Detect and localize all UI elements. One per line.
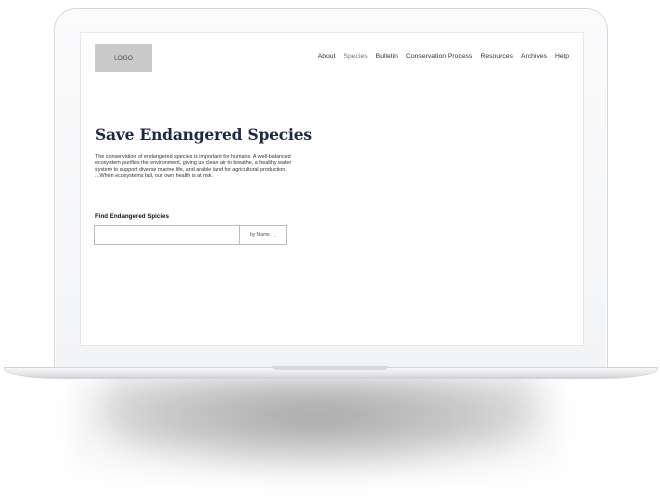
search-filter-value: by Name (249, 232, 270, 238)
page-title: Save Endangered Species (95, 125, 312, 144)
nav-item-conservation-process[interactable]: Conservation Process (406, 53, 473, 60)
search-label: Find Endangered Spicies (95, 213, 169, 220)
hero-description: The conservation of endangered species i… (95, 154, 292, 179)
laptop-opening-notch (272, 366, 388, 370)
nav-item-resources[interactable]: Resources (480, 53, 513, 60)
nav-item-help[interactable]: Help (555, 53, 569, 60)
search-input[interactable] (95, 226, 239, 244)
nav-item-species[interactable]: Species (343, 53, 367, 60)
logo-label: LOGO (114, 54, 133, 62)
main-nav: About Species Bulletin Conservation Proc… (318, 53, 569, 60)
search-filter-select[interactable]: by Name ⌄ (239, 226, 286, 244)
species-search: by Name ⌄ (94, 225, 287, 245)
nav-item-archives[interactable]: Archives (521, 53, 547, 60)
laptop-shadow-soft (72, 378, 560, 478)
laptop-mockup: LOGO About Species Bulletin Conservation… (0, 0, 660, 500)
nav-item-about[interactable]: About (318, 53, 336, 60)
nav-item-bulletin[interactable]: Bulletin (376, 53, 398, 60)
site-logo[interactable]: LOGO (95, 44, 152, 72)
laptop-screen: LOGO About Species Bulletin Conservation… (80, 32, 584, 346)
chevron-down-icon: ⌄ (272, 232, 277, 238)
